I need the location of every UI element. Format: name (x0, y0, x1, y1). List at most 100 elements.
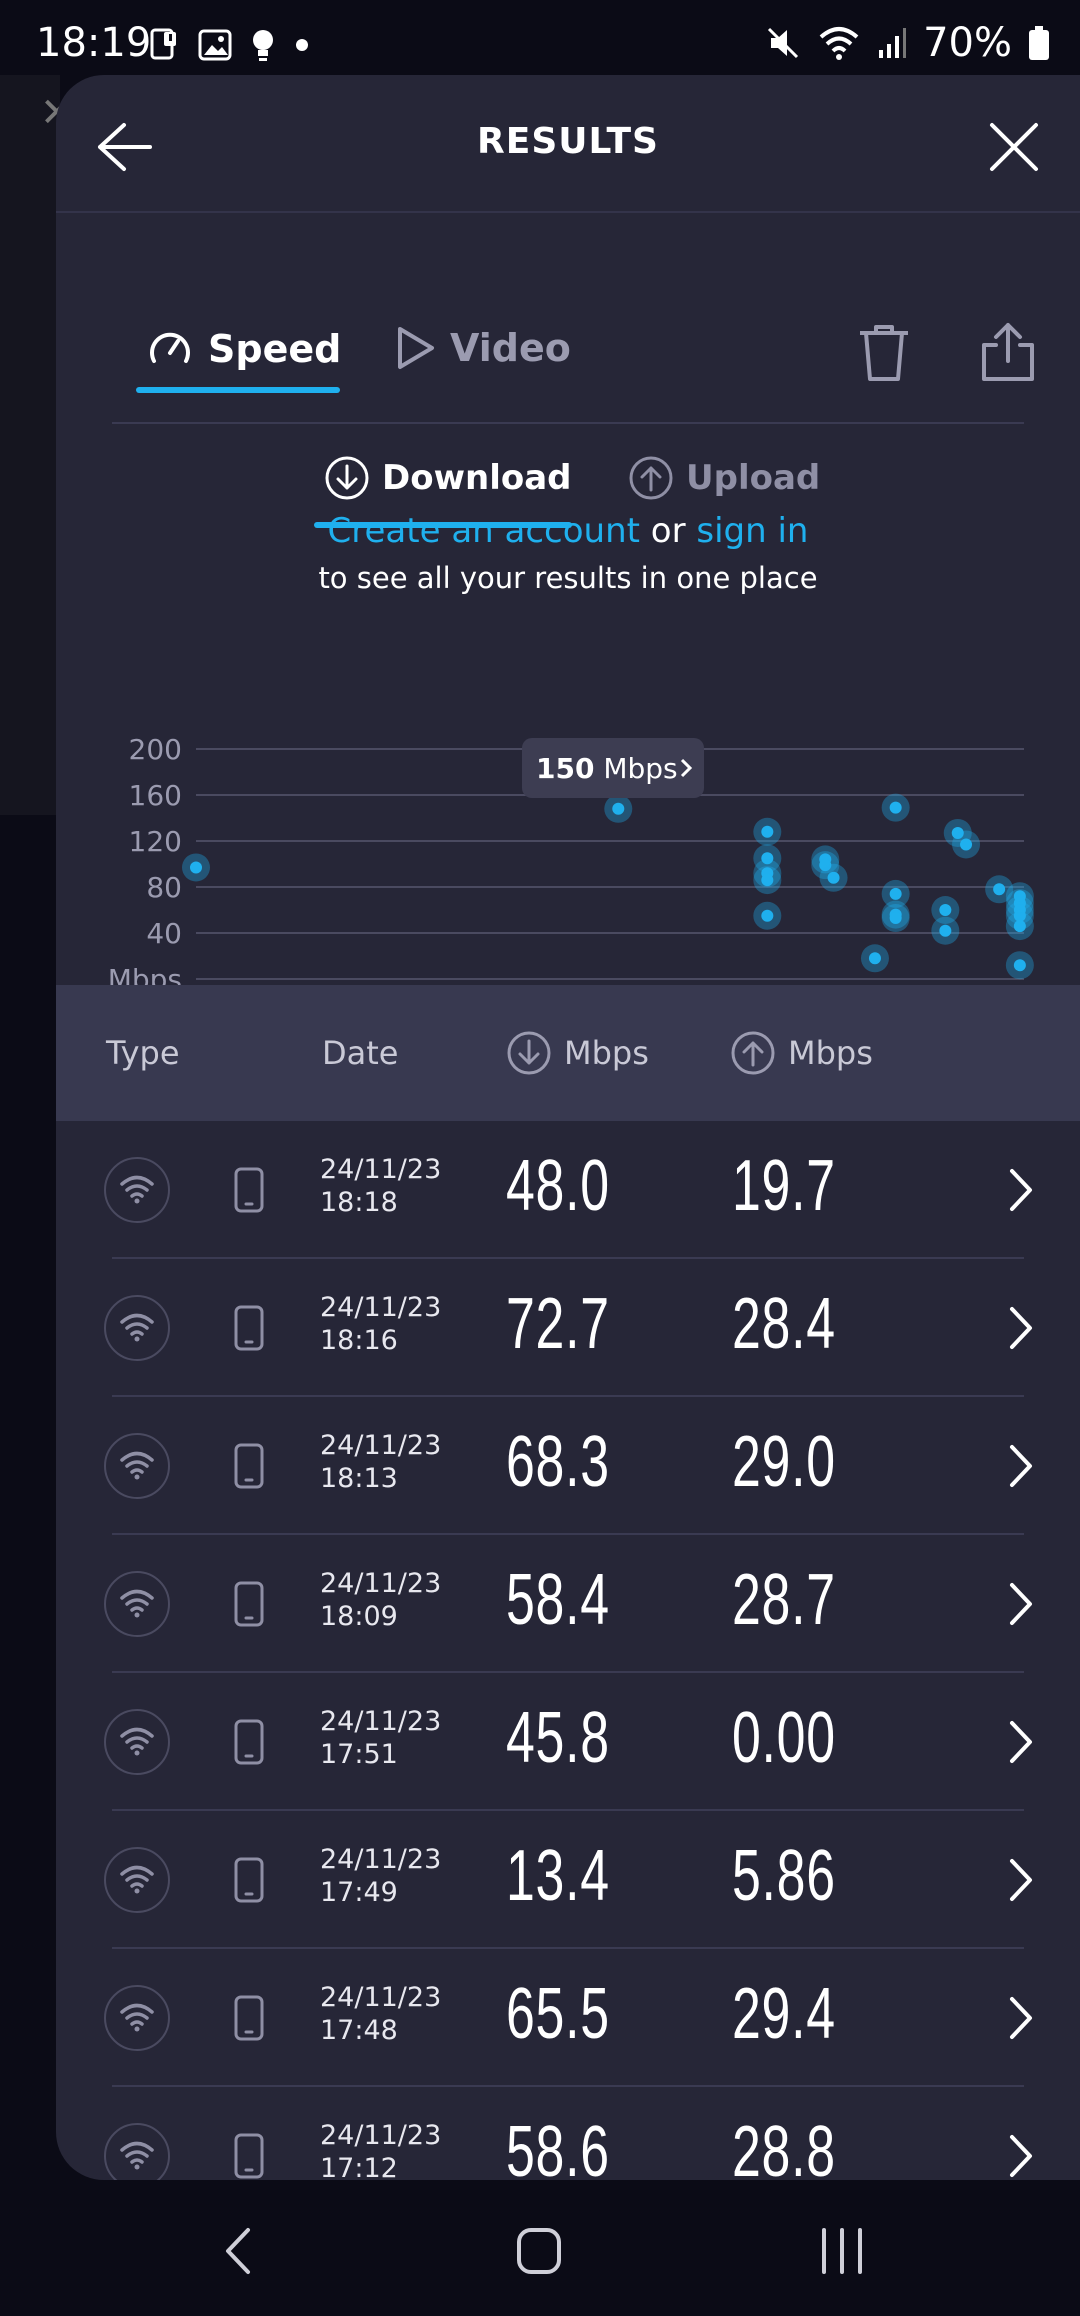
tab-download-label: Download (382, 458, 572, 498)
sign-in-link[interactable]: sign in (696, 511, 808, 551)
connection-type (104, 1709, 170, 1775)
header-date: Date (322, 1034, 399, 1072)
connection-type (104, 1295, 170, 1361)
connection-type (104, 1847, 170, 1913)
download-speed: 68.3 (506, 1422, 610, 1502)
results-tabs: Speed Video (56, 215, 1080, 424)
result-date: 24/11/23 18:16 (320, 1291, 441, 1357)
data-point (868, 952, 881, 965)
upload-speed: 19.7 (732, 1146, 836, 1226)
result-date-time: 17:48 (320, 2015, 398, 2046)
header-upload: Mbps (730, 985, 873, 1121)
result-row[interactable]: 24/11/23 17:48 65.5 29.4 (56, 1949, 1080, 2087)
tab-video-label: Video (450, 326, 571, 370)
result-date: 24/11/23 17:48 (320, 1981, 441, 2047)
tab-video[interactable]: Video (394, 325, 571, 371)
chevron-right-icon (1010, 1445, 1032, 1487)
wifi-icon (120, 1313, 154, 1342)
result-row[interactable]: 24/11/23 18:16 72.7 28.4 (56, 1259, 1080, 1397)
result-date: 24/11/23 17:12 (320, 2119, 441, 2180)
result-date: 24/11/23 17:51 (320, 1705, 441, 1771)
data-point (993, 883, 1006, 896)
results-sheet: RESULTS Speed Video Download Upload Crea… (56, 75, 1080, 2180)
chart-tooltip-text: 150 Mbps (536, 752, 678, 785)
notification-alert-icon (150, 28, 176, 60)
account-promo: Create an account or sign in to see all … (56, 507, 1080, 601)
system-icons: 70% (765, 20, 1050, 66)
result-date-day: 24/11/23 (320, 1844, 442, 1875)
phone-icon (234, 2133, 264, 2179)
lightbulb-icon (253, 30, 273, 61)
tab-upload-label: Upload (686, 458, 821, 498)
result-date: 24/11/23 18:09 (320, 1567, 441, 1633)
download-speed: 58.4 (506, 1560, 610, 1640)
result-row[interactable]: 24/11/23 17:12 58.6 28.8 (56, 2087, 1080, 2180)
mute-icon (768, 27, 799, 59)
y-tick-label: 120 (129, 825, 182, 858)
data-point (960, 838, 973, 851)
chevron-right-icon (1010, 1169, 1032, 1211)
create-account-link[interactable]: Create an account (328, 511, 640, 551)
tab-download[interactable]: Download (324, 455, 572, 501)
header-download: Mbps (506, 985, 649, 1121)
result-row[interactable]: 24/11/23 17:49 13.4 5.86 (56, 1811, 1080, 1949)
phone-icon (234, 1995, 264, 2041)
download-speed: 72.7 (506, 1284, 610, 1364)
data-point (190, 861, 202, 874)
nav-home-button[interactable] (516, 2226, 562, 2276)
download-speed: 13.4 (506, 1836, 610, 1916)
result-row[interactable]: 24/11/23 17:51 45.8 0.00 (56, 1673, 1080, 1811)
chevron-right-icon (1010, 1859, 1032, 1901)
result-date-day: 24/11/23 (320, 2120, 442, 2151)
tab-speed-label: Speed (208, 327, 342, 371)
results-chart[interactable]: 2001601208040MbpsNov 2023Nov 2023150 Mbp… (56, 645, 1080, 1035)
upload-icon (731, 1031, 775, 1075)
background-app (0, 75, 60, 815)
wifi-icon (120, 2003, 154, 2032)
wifi-icon (120, 1589, 154, 1618)
tab-speed[interactable]: Speed (146, 325, 341, 373)
nav-recents-button[interactable] (820, 2226, 864, 2276)
data-point (939, 904, 952, 916)
dot-icon (296, 39, 308, 51)
table-header: Type Date Mbps Mbps (56, 985, 1080, 1121)
result-row[interactable]: 24/11/23 18:13 68.3 29.0 (56, 1397, 1080, 1535)
nav-back-button[interactable] (222, 2226, 252, 2276)
sheet-header: RESULTS (56, 75, 1080, 213)
chevron-right-icon (1010, 1583, 1032, 1625)
header-type: Type (106, 1034, 180, 1072)
download-speed: 48.0 (506, 1146, 610, 1226)
promo-subtitle: to see all your results in one place (318, 561, 818, 595)
data-point (889, 801, 902, 814)
signal-icon (879, 28, 907, 58)
share-button[interactable] (980, 321, 1036, 383)
gallery-icon (198, 29, 232, 61)
upload-speed: 28.7 (732, 1560, 836, 1640)
result-date: 24/11/23 18:13 (320, 1429, 441, 1495)
data-point (889, 887, 902, 900)
phone-icon (234, 1581, 264, 1627)
chevron-right-icon (1010, 1721, 1032, 1763)
result-row[interactable]: 24/11/23 18:09 58.4 28.7 (56, 1535, 1080, 1673)
speedometer-icon (150, 332, 190, 363)
phone-icon (234, 1305, 264, 1351)
download-icon (325, 456, 369, 500)
data-point (761, 825, 774, 838)
y-tick-label: 40 (146, 917, 182, 950)
delete-button[interactable] (856, 323, 912, 383)
wifi-icon (120, 1727, 154, 1756)
wifi-icon (120, 1451, 154, 1480)
result-row[interactable]: 24/11/23 18:18 48.0 19.7 (56, 1121, 1080, 1259)
connection-type (104, 1157, 170, 1223)
chevron-right-icon (1010, 1307, 1032, 1349)
data-point (827, 871, 840, 884)
download-speed: 45.8 (506, 1698, 610, 1778)
upload-speed: 5.86 (732, 1836, 836, 1916)
tab-upload[interactable]: Upload (628, 455, 820, 501)
connection-type (104, 1571, 170, 1637)
chevron-right-icon (1010, 2135, 1032, 2177)
wifi-icon (120, 1865, 154, 1894)
tab-divider (112, 422, 1024, 424)
close-button[interactable] (986, 119, 1042, 175)
result-date-time: 18:16 (320, 1325, 398, 1356)
